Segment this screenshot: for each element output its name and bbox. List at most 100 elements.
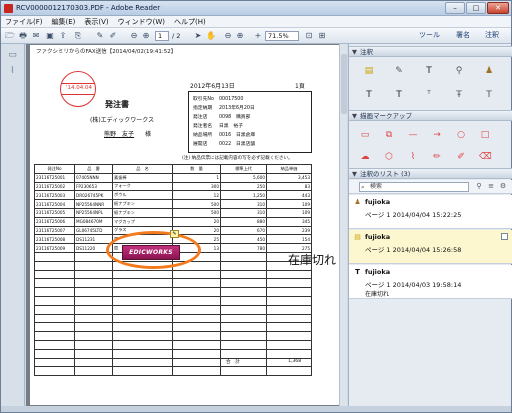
eraser-tool-icon[interactable]: ⌫ [479, 152, 492, 163]
maximize-button[interactable]: □ [466, 2, 486, 14]
comment-meta: ページ 1 2014/04/04 15:22:25 [365, 211, 462, 219]
comment-checkbox[interactable] [501, 233, 508, 240]
sort-icon[interactable]: ≡ [485, 181, 497, 192]
comment-icon[interactable]: ✎ [95, 31, 105, 41]
sticky-note-icon[interactable]: ✎ [170, 230, 179, 238]
menu-view[interactable]: 表示(V) [84, 17, 108, 27]
menu-edit[interactable]: 編集(E) [52, 17, 76, 27]
sticky-note-tool-icon[interactable]: ▤ [363, 66, 375, 77]
textbox-tool-icon[interactable]: ▭ [359, 130, 371, 141]
replace-text-tool-icon[interactable]: Ŧ [453, 90, 465, 101]
sign-link[interactable]: 署名 [456, 30, 470, 41]
comment-body: 在庫切れ [365, 291, 390, 298]
open-icon[interactable]: 🗁 [5, 31, 15, 41]
stamp-date: '14.04.04 [65, 85, 92, 91]
underline-tool-icon[interactable]: T [393, 90, 405, 101]
pages-icon[interactable]: ▭ [7, 50, 18, 61]
print-icon[interactable]: 🖶 [18, 31, 28, 41]
table-row-empty [34, 287, 312, 297]
drawing-markup-section-header[interactable]: ▼ 描画マークアップ [349, 110, 512, 121]
highlight-icon[interactable]: ✐ [108, 31, 118, 41]
page-label: 1頁 [295, 83, 305, 90]
page-number-input[interactable]: 1 [155, 31, 169, 41]
save-icon[interactable]: ▣ [45, 31, 55, 41]
date-stamp: '14.04.04 [60, 71, 96, 107]
table-row: 23116T25005 NP25564NPL 紙ナプキン 500 310 109 [34, 207, 312, 218]
close-button[interactable]: ✕ [487, 2, 509, 14]
document-view[interactable]: ファクシミリからのFAX送信【2014/04/02(19:41:52】 '14.… [26, 44, 347, 406]
previous-page-icon[interactable]: ⊖ [129, 31, 139, 41]
comment-item-selected[interactable]: ▤ fujioka ページ 1 2014/04/04 15:26:58 [349, 230, 512, 264]
comment-item[interactable]: T fujioka ページ 1 2014/04/03 19:58:14 在庫切れ [349, 265, 512, 299]
comment-item[interactable]: ♟ fujioka ページ 1 2014/04/04 15:22:25 [349, 195, 512, 229]
hand-tool-icon[interactable]: ✋ [206, 31, 216, 41]
text-comment-icon: T [355, 268, 360, 276]
polygon-tool-icon[interactable]: ⬡ [383, 152, 395, 163]
comment-meta: ページ 1 2014/04/03 19:58:14 [365, 281, 462, 289]
highlight-text-tool-icon[interactable]: ✎ [393, 66, 405, 77]
table-row-empty [34, 339, 312, 350]
adobe-reader-icon [4, 4, 13, 13]
search-icon: ⌕ [361, 183, 365, 191]
pencil-tool-icon[interactable]: ✏ [431, 152, 443, 163]
select-tool-icon[interactable]: ➤ [193, 31, 203, 41]
zoom-out-icon[interactable]: ⊖ [223, 31, 233, 41]
comment-search-input[interactable]: ⌕ 検索 [359, 182, 469, 192]
ellipse-tool-icon[interactable]: ○ [455, 130, 467, 141]
add-note-to-text-tool-icon[interactable]: T [483, 90, 495, 101]
info-row: 展開店 0022 日黒店舗 [193, 142, 256, 147]
minimize-button[interactable]: – [445, 2, 465, 14]
connected-lines-tool-icon[interactable]: ⌇ [407, 152, 419, 163]
page-total: / 2 [172, 32, 181, 40]
zoom-in-icon[interactable]: ⊕ [235, 31, 245, 41]
comment-list-section-header[interactable]: ▼ 注釈のリスト (3) [349, 168, 512, 179]
adobe-reader-window: RCV0000012170303.PDF - Adobe Reader – □ … [0, 0, 512, 413]
fit-width-icon[interactable]: ⊞ [317, 31, 327, 41]
menu-help[interactable]: ヘルプ(H) [174, 17, 206, 27]
info-row: 発注者名 日黒 裕子 [193, 124, 243, 129]
options-icon[interactable]: ⚙ [497, 181, 509, 192]
strikethrough-tool-icon[interactable]: T [363, 90, 375, 101]
stamp-icon: ♟ [354, 198, 361, 206]
cloud-tool-icon[interactable]: ☁ [359, 152, 371, 163]
document-scrollbar[interactable] [339, 44, 347, 406]
pencil-eraser-tool-icon[interactable]: ✐ [455, 152, 467, 163]
zoom-level-select[interactable]: 71.5% [265, 31, 299, 41]
stamp-tool-icon[interactable]: ♟ [483, 66, 495, 77]
menu-file[interactable]: ファイル(F) [5, 17, 43, 27]
comment-list-toolbar: ⌕ 検索 ⚲ ≡ ⚙ [349, 180, 512, 194]
comment-meta: ページ 1 2014/04/04 15:26:58 [365, 246, 462, 254]
export-icon[interactable]: ⇪ [58, 31, 68, 41]
copy-icon[interactable]: ⎘ [73, 31, 83, 41]
rectangle-tool-icon[interactable]: □ [479, 130, 491, 141]
tools-link[interactable]: ツール [419, 30, 440, 41]
email-icon[interactable]: ✉ [31, 31, 41, 41]
callout-tool-icon[interactable]: ⧉ [383, 130, 395, 141]
contact-name: 熊野 友子 [104, 131, 135, 138]
pdf-page: ファクシミリからのFAX送信【2014/04/02(19:41:52】 '14.… [30, 45, 339, 405]
annotations-section-header[interactable]: ▼ 注釈 [349, 46, 512, 57]
text-annotation[interactable]: 在庫切れ [288, 251, 336, 268]
collapse-triangle-icon: ▼ [352, 170, 357, 178]
insert-text-tool-icon[interactable]: ᵀ [423, 90, 435, 101]
attachments-icon[interactable]: ⌇ [7, 66, 18, 77]
filter-icon[interactable]: ⚲ [473, 181, 485, 192]
add-text-tool-icon[interactable]: T [423, 66, 435, 77]
scrollbar-thumb[interactable] [341, 54, 347, 114]
table-header-row: 発注No 品 番品 名数 量標準上代 納品単価 [34, 164, 312, 174]
arrow-tool-icon[interactable]: → [431, 130, 443, 141]
comment-author: fujioka [365, 198, 391, 206]
fit-page-icon[interactable]: ⊡ [304, 31, 314, 41]
line-tool-icon[interactable]: — [407, 130, 419, 141]
zoom-in-plus-icon[interactable]: + [253, 31, 263, 41]
edicworks-stamp-annotation[interactable]: EDICWORKS [122, 245, 180, 260]
next-page-icon[interactable]: ⊕ [141, 31, 151, 41]
attach-file-tool-icon[interactable]: ⚲ [453, 66, 465, 77]
comment-author: fujioka [365, 268, 391, 276]
status-bar [1, 406, 511, 412]
comment-link[interactable]: 注釈 [485, 30, 499, 41]
menu-window[interactable]: ウィンドウ(W) [118, 17, 165, 27]
table-row-empty [34, 331, 312, 341]
table-row: 23116T25006 MG084670M マグカップ 20 880 345 [34, 216, 312, 227]
table-row-empty [34, 295, 312, 306]
